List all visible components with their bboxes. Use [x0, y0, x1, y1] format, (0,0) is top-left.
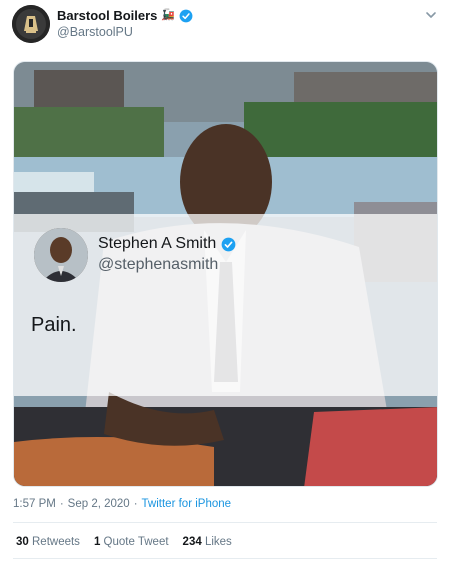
meta-separator: · — [133, 498, 138, 510]
quote-tweets-label: Quote Tweet — [103, 536, 169, 548]
retweets-stat[interactable]: 30 Retweets — [16, 536, 80, 548]
author-name-row[interactable]: Barstool Boilers 🚂 — [57, 8, 193, 23]
quoted-tweet-text: Pain. — [31, 314, 77, 336]
author-avatar[interactable] — [12, 5, 50, 43]
likes-stat[interactable]: 234 Likes — [183, 536, 232, 548]
divider — [13, 558, 437, 559]
tweet-stats: 30 Retweets 1 Quote Tweet 234 Likes — [16, 536, 232, 548]
tweet-meta: 1:57 PM · Sep 2, 2020 · Twitter for iPho… — [13, 498, 231, 510]
tweet-date[interactable]: Sep 2, 2020 — [68, 498, 130, 510]
quoted-verified-badge-icon — [221, 237, 236, 251]
chevron-down-icon[interactable] — [424, 8, 438, 22]
tweet: Barstool Boilers 🚂 @BarstoolPU Stephen A… — [0, 0, 450, 562]
train-emoji-icon: 🚂 — [161, 9, 176, 21]
verified-badge-icon — [179, 9, 193, 22]
quoted-author-avatar — [34, 228, 88, 282]
quoted-author-handle: @stephenasmith — [98, 256, 219, 273]
meta-separator: · — [59, 498, 64, 510]
quote-tweets-stat[interactable]: 1 Quote Tweet — [94, 536, 169, 548]
retweets-count: 30 — [16, 536, 29, 548]
tweet-time[interactable]: 1:57 PM — [13, 498, 56, 510]
author-display-name[interactable]: Barstool Boilers — [57, 8, 157, 23]
quote-tweets-count: 1 — [93, 536, 101, 548]
author-handle[interactable]: @BarstoolPU — [57, 25, 133, 39]
quoted-author-name: Stephen A Smith — [98, 235, 217, 252]
tweet-source-link[interactable]: Twitter for iPhone — [142, 498, 231, 510]
divider — [13, 522, 437, 523]
retweets-label: Retweets — [32, 536, 80, 548]
likes-label: Likes — [204, 536, 232, 548]
likes-count: 234 — [182, 536, 202, 548]
quoted-name-row: Stephen A Smith — [98, 235, 236, 253]
tweet-media[interactable]: Stephen A Smith @stephenasmith Pain. — [13, 61, 438, 487]
